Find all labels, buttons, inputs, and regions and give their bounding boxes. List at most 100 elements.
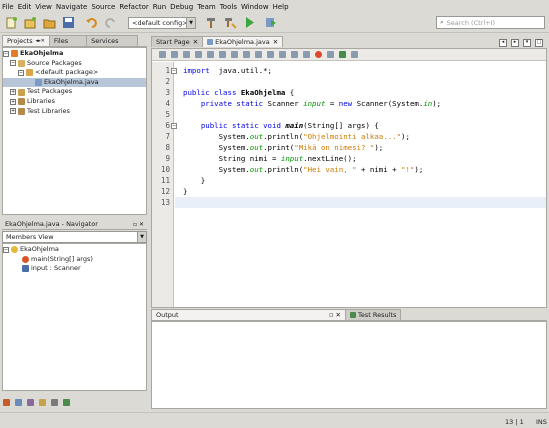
code-line: public class EkaOhjelma { <box>183 88 295 97</box>
tree-node-source-packages[interactable]: − Source Packages <box>3 59 146 69</box>
new-file-button[interactable] <box>4 15 19 30</box>
forward-icon[interactable] <box>195 51 202 58</box>
menu-view[interactable]: View <box>35 3 52 11</box>
shift-right-icon[interactable] <box>303 51 310 58</box>
uncomment-icon[interactable] <box>351 51 358 58</box>
tab-test-results-label: Test Results <box>358 311 397 319</box>
tab-services[interactable]: Services <box>86 35 138 46</box>
tab-java-file[interactable]: EkaOhjelma.java ✕ <box>202 36 284 47</box>
back-icon[interactable] <box>183 51 190 58</box>
close-icon[interactable]: ✕ <box>273 38 278 46</box>
next-bookmark-icon[interactable] <box>267 51 274 58</box>
open-project-button[interactable] <box>42 15 57 30</box>
source-packages-label: Source Packages <box>27 58 82 67</box>
menu-edit[interactable]: Edit <box>18 3 32 11</box>
navigator-title: EkaOhjelma.java - Navigator <box>5 220 98 228</box>
navigator-view-select[interactable]: Members View ▼ <box>2 231 147 243</box>
save-all-button[interactable] <box>61 15 76 30</box>
menu-run[interactable]: Run <box>153 3 166 11</box>
close-icon[interactable]: ✕ <box>193 38 198 46</box>
collapse-icon[interactable]: − <box>3 246 9 253</box>
close-icon[interactable]: ▫ ✕ <box>329 311 341 319</box>
menu-tools[interactable]: Tools <box>220 3 237 11</box>
tab-output[interactable]: Output ▫ ✕ <box>151 309 346 320</box>
java-file-label: EkaOhjelma.java <box>44 77 99 86</box>
menu-debug[interactable]: Debug <box>170 3 193 11</box>
fold-icon[interactable]: − <box>171 123 177 129</box>
comment-icon[interactable] <box>339 51 346 58</box>
expand-icon[interactable]: + <box>10 98 16 105</box>
maximize-icon[interactable]: □ <box>535 39 543 47</box>
tree-node-test-packages[interactable]: + Test Packages <box>3 87 146 97</box>
code-line: private static Scanner input = new Scann… <box>200 99 442 108</box>
code-line: String nimi = input.nextLine(); <box>183 154 357 163</box>
menu-refactor[interactable]: Refactor <box>119 3 148 11</box>
find-next-icon[interactable] <box>231 51 238 58</box>
tree-node-java-file[interactable]: EkaOhjelma.java <box>3 77 146 88</box>
history-icon[interactable] <box>171 51 178 58</box>
tab-list-icon[interactable]: ▾ <box>523 39 531 47</box>
undo-button[interactable] <box>84 15 99 30</box>
shift-left-icon[interactable] <box>291 51 298 58</box>
build-button[interactable] <box>204 15 219 30</box>
nonpublic-filter-icon[interactable] <box>51 398 58 406</box>
config-select[interactable]: <default config> ▼ <box>128 16 196 29</box>
output-window[interactable] <box>151 321 547 409</box>
filter-icon[interactable] <box>3 398 10 406</box>
run-button[interactable] <box>242 15 257 30</box>
clean-build-button[interactable] <box>223 15 238 30</box>
collapse-icon[interactable]: − <box>10 60 16 67</box>
expand-icon[interactable]: + <box>10 89 16 96</box>
menu-window[interactable]: Window <box>241 3 269 11</box>
tree-node-test-libraries[interactable]: + Test Libraries <box>3 107 146 117</box>
nav-node-field[interactable]: input : Scanner <box>3 264 146 274</box>
tab-projects[interactable]: Projects ◂▸✕ <box>2 35 50 46</box>
collapse-icon[interactable]: − <box>3 50 9 57</box>
fold-icon[interactable]: − <box>171 68 177 74</box>
tab-start-page[interactable]: Start Page ✕ <box>151 36 204 47</box>
prev-bookmark-icon[interactable] <box>255 51 262 58</box>
minimize-icon[interactable]: ▫ ✕ <box>133 221 144 228</box>
close-icon[interactable]: ◂▸✕ <box>36 38 45 44</box>
menu-navigate[interactable]: Navigate <box>56 3 87 11</box>
search-icon: ⌕ <box>440 18 444 26</box>
static-filter-icon[interactable] <box>27 398 34 406</box>
redo-icon <box>105 18 115 28</box>
field-label: input : Scanner <box>31 264 81 273</box>
toggle-highlight-icon[interactable] <box>243 51 250 58</box>
menu-source[interactable]: Source <box>91 3 115 11</box>
debug-button[interactable] <box>261 15 281 30</box>
navigator-tree: − EkaOhjelma main(String[] args) input : … <box>2 243 147 391</box>
fields-filter-icon[interactable] <box>15 398 22 406</box>
nav-node-method[interactable]: main(String[] args) <box>3 255 146 265</box>
nav-node-class[interactable]: − EkaOhjelma <box>3 245 146 255</box>
menu-file[interactable]: File <box>2 3 14 11</box>
sort-icon[interactable] <box>63 398 70 406</box>
record-macro-icon[interactable] <box>315 51 322 58</box>
redo-button[interactable] <box>103 15 118 30</box>
tab-files[interactable]: Files <box>48 35 88 46</box>
menu-team[interactable]: Team <box>197 3 216 11</box>
new-project-button[interactable] <box>23 15 38 30</box>
toggle-bookmark-icon[interactable] <box>279 51 286 58</box>
scroll-left-icon[interactable]: ◂ <box>499 39 507 47</box>
tree-node-default-package[interactable]: − <default package> <box>3 68 146 78</box>
debug-icon <box>265 18 276 27</box>
find-prev-icon[interactable] <box>219 51 226 58</box>
find-icon[interactable] <box>207 51 214 58</box>
source-view-icon[interactable] <box>159 51 166 58</box>
scroll-right-icon[interactable]: ▸ <box>511 39 519 47</box>
menu-help[interactable]: Help <box>273 3 289 11</box>
tab-test-results[interactable]: Test Results <box>345 309 402 320</box>
inherited-filter-icon[interactable] <box>39 398 46 406</box>
tree-node-project[interactable]: − EkaOhjelma <box>3 49 146 59</box>
libraries-label: Libraries <box>27 96 56 105</box>
package-folder-icon <box>18 59 25 67</box>
expand-icon[interactable]: + <box>10 108 16 115</box>
new-project-icon <box>24 17 36 29</box>
code-editor[interactable]: 1 2 3 4 5 6 7 8 9 10 11 12 13 − − import… <box>151 48 547 308</box>
stop-macro-icon[interactable] <box>327 51 334 58</box>
collapse-icon[interactable]: − <box>18 69 24 76</box>
search-input[interactable]: ⌕ Search (Ctrl+I) <box>436 16 545 29</box>
tree-node-libraries[interactable]: + Libraries <box>3 97 146 107</box>
